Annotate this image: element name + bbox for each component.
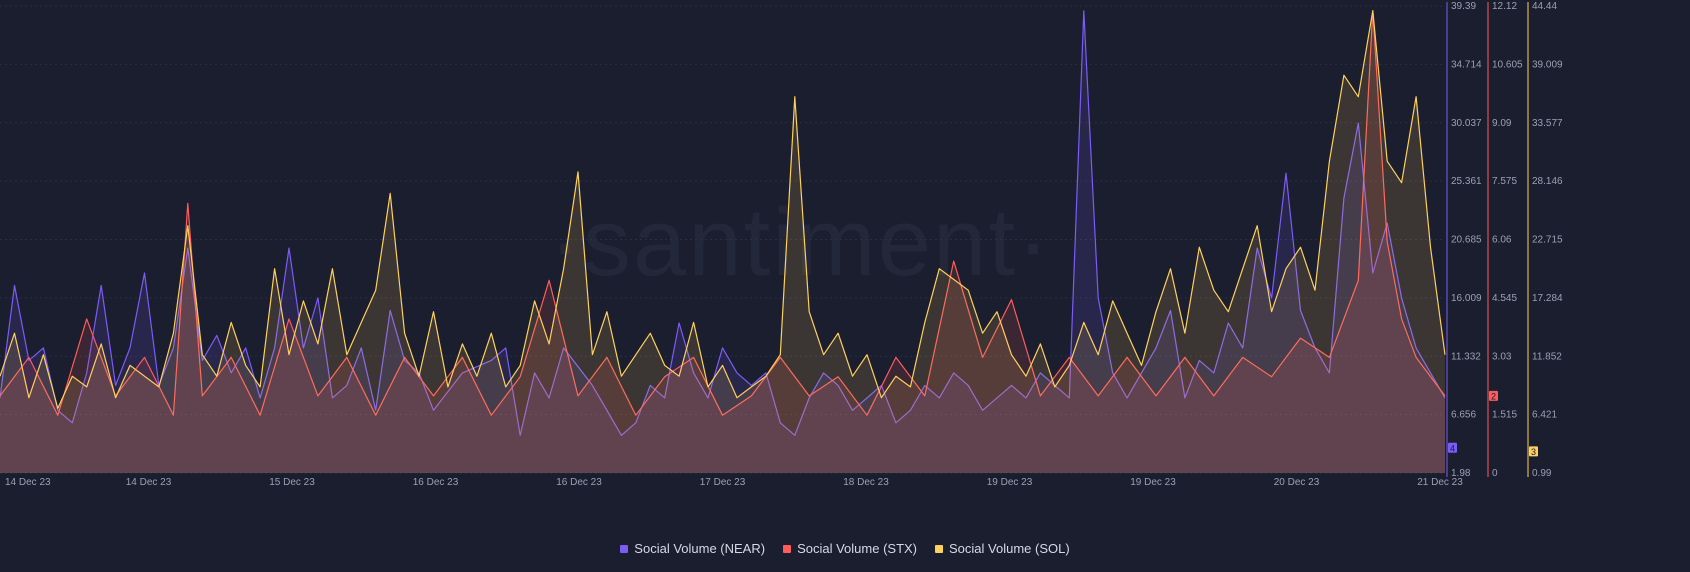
y-tick-label-near: 11.332 (1451, 351, 1481, 362)
y-tick-label-stx: 0 (1492, 468, 1498, 479)
y-tick-label-sol: 6.421 (1532, 410, 1557, 421)
social-volume-chart: ·santiment· 39.3934.71430.03725.36120.68… (0, 1, 1563, 488)
y-tick-label-stx: 10.605 (1492, 59, 1523, 70)
y-tick-label-stx: 6.06 (1492, 235, 1512, 246)
y-tick-label-sol: 22.715 (1532, 235, 1563, 246)
current-value-near: 4 (1450, 443, 1455, 453)
legend-swatch-near (620, 544, 629, 553)
legend-swatch-stx (783, 544, 792, 553)
legend-swatch-sol (935, 544, 944, 553)
y-tick-label-sol: 11.852 (1532, 351, 1562, 362)
y-tick-label-sol: 44.44 (1532, 1, 1557, 12)
x-tick-label: 19 Dec 23 (987, 477, 1033, 488)
y-tick-label-near: 39.39 (1451, 1, 1476, 12)
x-tick-label: 21 Dec 23 (1417, 477, 1463, 488)
legend-item-sol[interactable]: Social Volume (SOL) (935, 541, 1070, 556)
current-value-stx: 2 (1491, 391, 1496, 401)
y-tick-label-near: 16.009 (1451, 293, 1482, 304)
y-tick-label-stx: 9.09 (1492, 118, 1512, 129)
x-tick-label: 17 Dec 23 (700, 477, 746, 488)
y-tick-label-sol: 39.009 (1532, 59, 1563, 70)
x-tick-label: 16 Dec 23 (413, 477, 459, 488)
y-tick-label-stx: 1.515 (1492, 410, 1517, 421)
y-tick-label-near: 30.037 (1451, 118, 1482, 129)
y-tick-label-near: 6.656 (1451, 410, 1476, 421)
x-tick-label: 19 Dec 23 (1130, 477, 1176, 488)
x-tick-label: 14 Dec 23 (5, 477, 51, 488)
y-tick-label-near: 20.685 (1451, 235, 1482, 246)
current-value-sol: 3 (1531, 447, 1536, 457)
x-tick-label: 16 Dec 23 (556, 477, 602, 488)
y-tick-label-stx: 12.12 (1492, 1, 1517, 12)
legend-label-stx: Social Volume (STX) (797, 541, 918, 556)
legend-item-stx[interactable]: Social Volume (STX) (783, 541, 917, 556)
y-tick-label-sol: 28.146 (1532, 176, 1563, 187)
y-tick-label-sol: 0.99 (1532, 468, 1552, 479)
legend-label-sol: Social Volume (SOL) (949, 541, 1070, 556)
y-tick-label-stx: 3.03 (1492, 351, 1512, 362)
y-tick-label-near: 25.361 (1451, 176, 1482, 187)
y-tick-label-stx: 7.575 (1492, 176, 1517, 187)
legend-label-near: Social Volume (NEAR) (634, 541, 766, 556)
y-tick-label-near: 34.714 (1451, 59, 1482, 70)
x-tick-label: 15 Dec 23 (269, 477, 315, 488)
x-tick-label: 20 Dec 23 (1274, 477, 1320, 488)
x-tick-label: 18 Dec 23 (843, 477, 889, 488)
y-tick-label-sol: 33.577 (1532, 118, 1563, 129)
y-tick-label-stx: 4.545 (1492, 293, 1517, 304)
legend-item-near[interactable]: Social Volume (NEAR) (620, 541, 765, 556)
x-tick-label: 14 Dec 23 (126, 477, 172, 488)
legend: Social Volume (NEAR) Social Volume (STX)… (0, 541, 1690, 556)
y-tick-label-sol: 17.284 (1532, 293, 1563, 304)
